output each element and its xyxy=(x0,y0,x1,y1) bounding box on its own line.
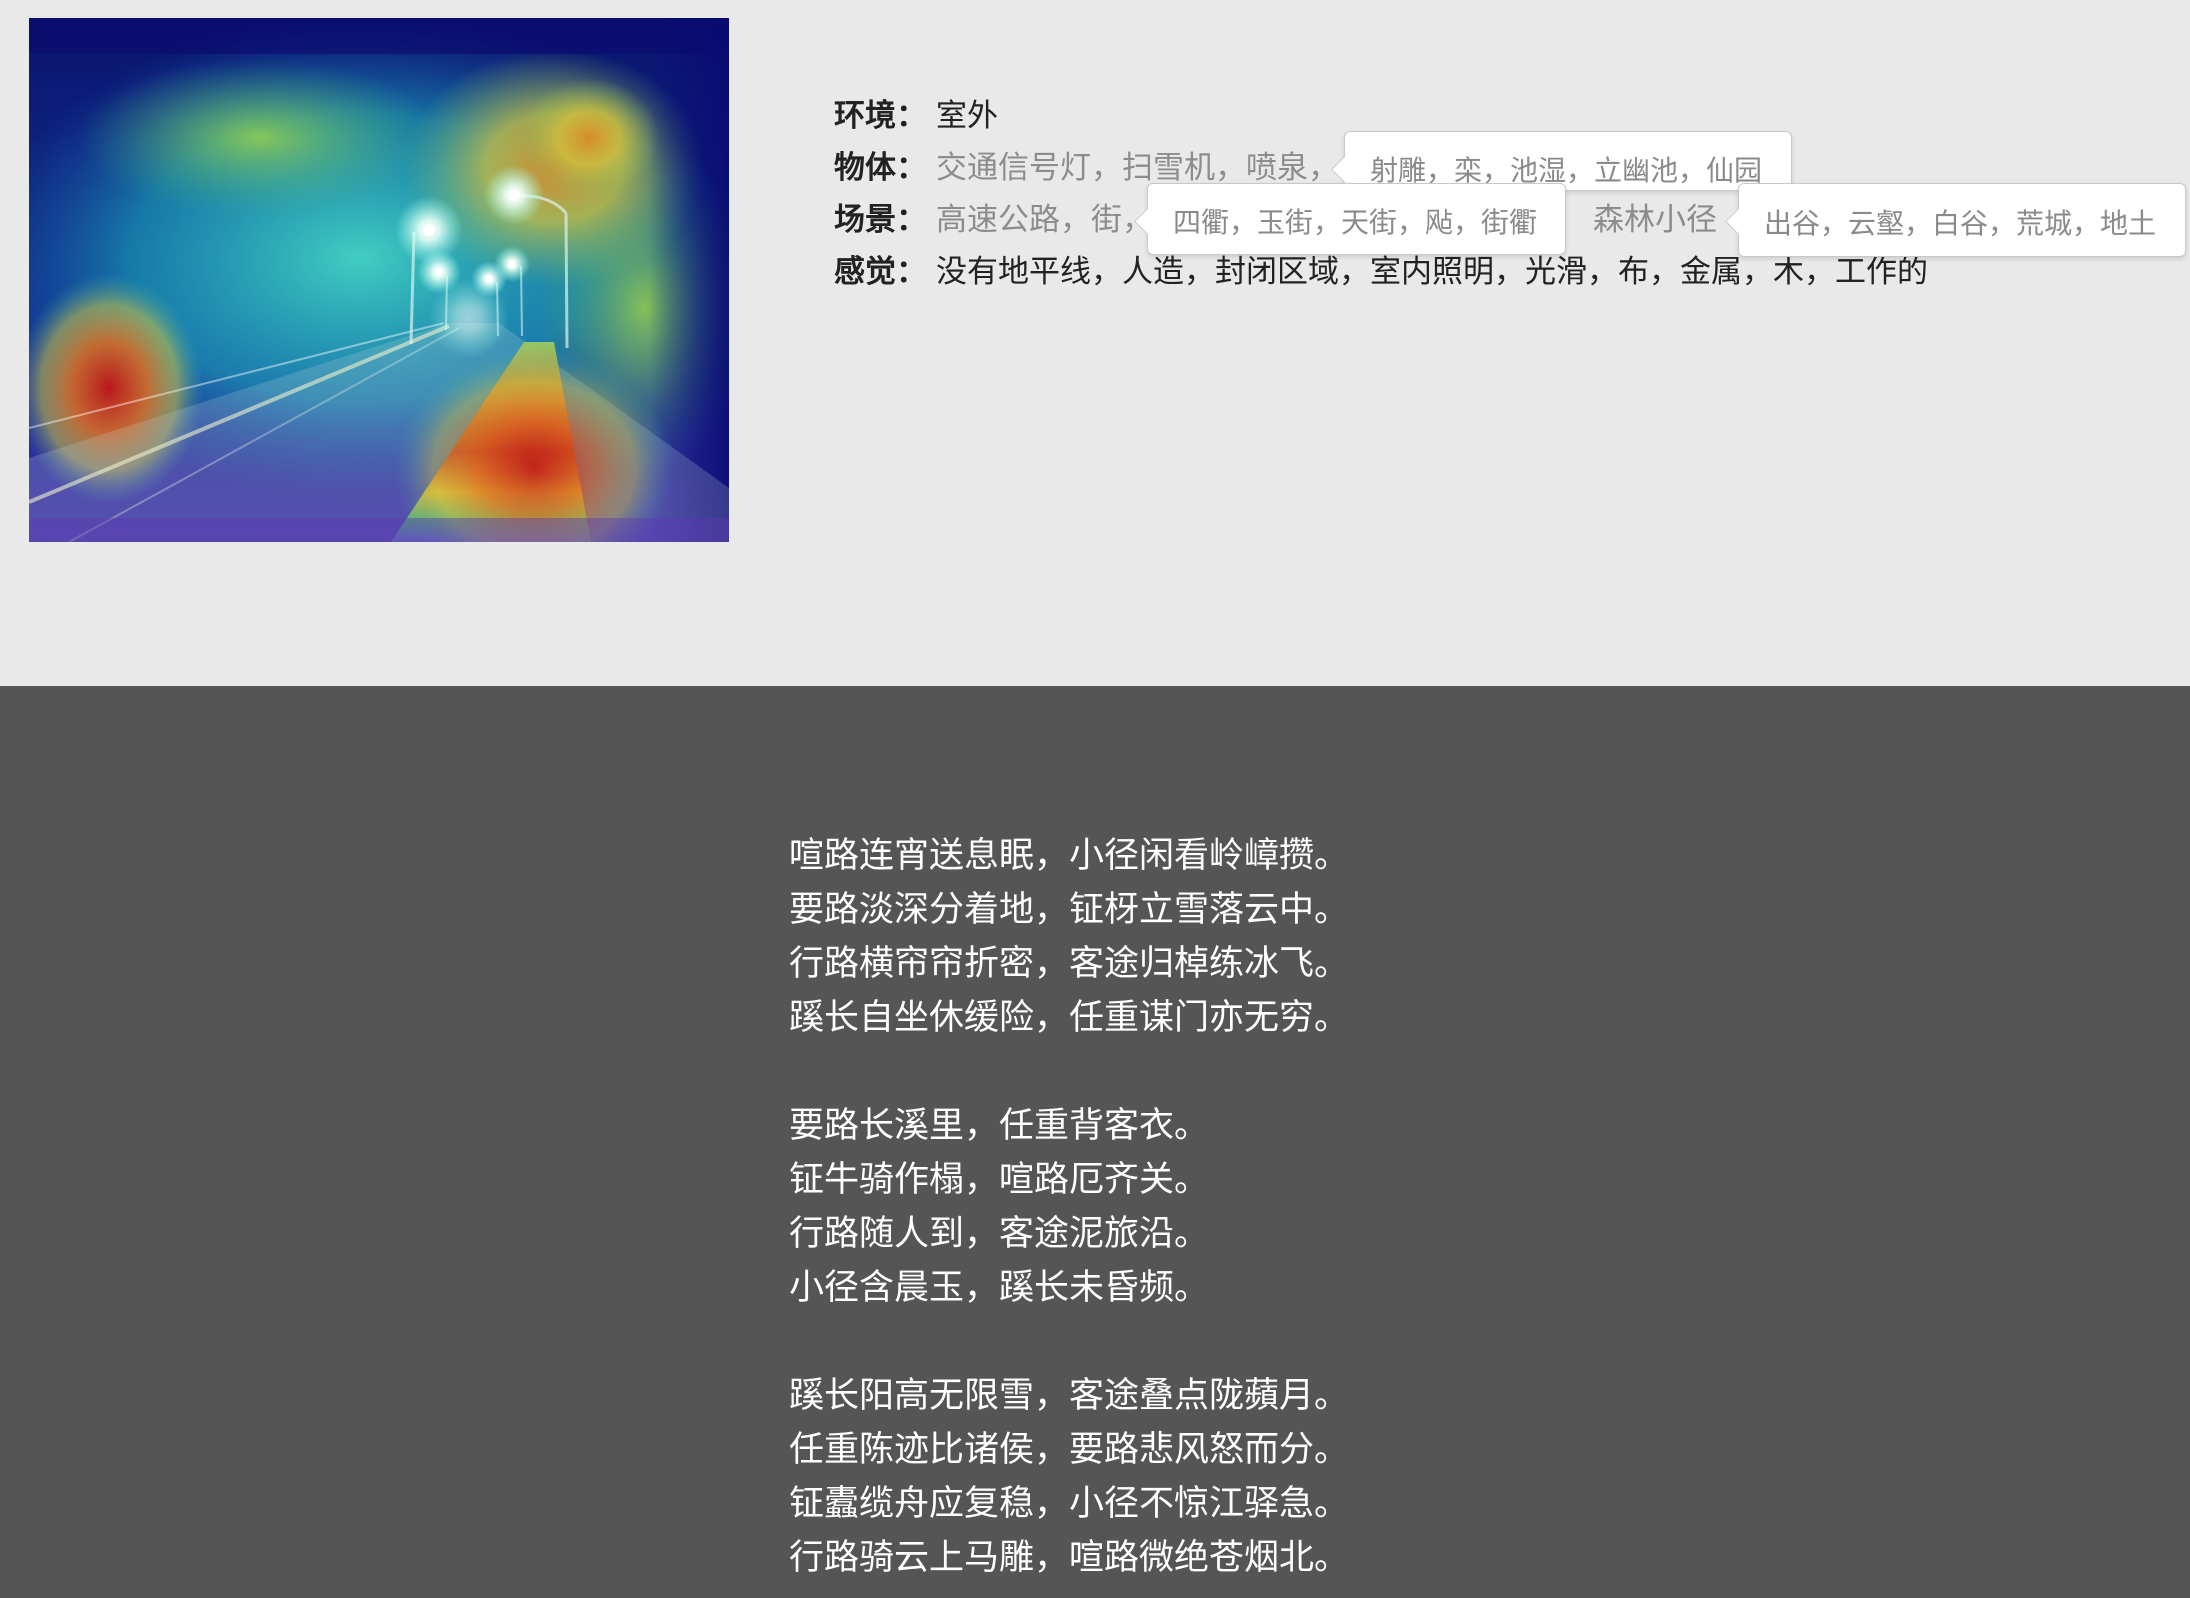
attribute-label-objects: 物体： xyxy=(834,150,927,186)
poem-line: 行路骑云上马雕，喧路微绝苍烟北。 xyxy=(789,1538,1350,1578)
poem-stanza: 蹊长阳高无限雪，客途叠点陇蘋月。 任重陈迹比诸侯，要路悲风怒而分。 钲蠹缆舟应复… xyxy=(789,1369,1349,1585)
object-tag[interactable]: 交通信号灯， xyxy=(936,150,1122,186)
poem-line: 蹊长自坐休缓险，任重谋门亦无穷。 xyxy=(789,998,1350,1038)
tooltip-forest-path-synonyms: 出谷，云壑，白谷，荒城，地土 xyxy=(1725,183,2186,257)
poem-line: 喧路连宵送息眠，小径闲看岭嶂攒。 xyxy=(789,836,1350,876)
scene-tag[interactable]: 高速公路， xyxy=(936,202,1091,238)
attribute-label-feeling: 感觉： xyxy=(834,254,927,290)
poem-panel: 喧路连宵送息眠，小径闲看岭嶂攒。 要路淡深分着地，钲枒立雪落云中。 行路横帘帘折… xyxy=(0,686,2190,1598)
poem-line: 小径含晨玉，蹊长未昏频。 xyxy=(789,1268,1210,1308)
analysis-panel: 环境： 室外 物体： 交通信号灯，扫雪机，喷泉， 场景： 高速公路，街， 森林小径 感觉… xyxy=(0,0,2190,686)
poem-line: 蹊长阳高无限雪，客途叠点陇蘋月。 xyxy=(789,1376,1350,1416)
heatmap-overlay-graphic xyxy=(29,18,729,542)
poem-stanza: 要路长溪里，任重背客衣。 钲牛骑作榻，喧路厄齐关。 行路随人到，客途泥旅沿。 小… xyxy=(789,1099,1349,1315)
tooltip-street-synonyms: 四衢，玉街，天街，飐，街衢 xyxy=(1134,183,1566,255)
poem-line: 行路随人到，客途泥旅沿。 xyxy=(789,1214,1210,1254)
poem-line: 钲牛骑作榻，喧路厄齐关。 xyxy=(789,1160,1210,1200)
poem-line: 要路淡深分着地，钲枒立雪落云中。 xyxy=(789,890,1350,930)
tooltip-object-synonyms: 射雕，栾，池湿，立幽池，仙园 xyxy=(1331,131,1792,191)
page: 环境： 室外 物体： 交通信号灯，扫雪机，喷泉， 场景： 高速公路，街， 森林小径 感觉… xyxy=(0,0,2190,1598)
attribute-label-environment: 环境： xyxy=(834,98,927,134)
poem-line: 任重陈迹比诸侯，要路悲风怒而分。 xyxy=(789,1430,1350,1470)
tooltip-text: 出谷，云壑，白谷，荒城，地土 xyxy=(1764,207,2157,240)
poem-line: 要路长溪里，任重背客衣。 xyxy=(789,1106,1210,1146)
scene-heatmap-image xyxy=(29,18,729,542)
scene-tag[interactable]: 森林小径 xyxy=(1593,194,1717,246)
object-tag[interactable]: 喷泉， xyxy=(1246,150,1339,186)
attribute-value-environment: 室外 xyxy=(936,98,998,134)
poem-line: 行路横帘帘折密，客途归棹练冰飞。 xyxy=(789,944,1350,984)
poem-stanza: 喧路连宵送息眠，小径闲看岭嶂攒。 要路淡深分着地，钲枒立雪落云中。 行路横帘帘折… xyxy=(789,829,1349,1045)
object-tag[interactable]: 扫雪机， xyxy=(1122,150,1246,186)
attribute-label-scenes: 场景： xyxy=(834,202,927,238)
poem-line: 钲蠹缆舟应复稳，小径不惊江驿急。 xyxy=(789,1484,1350,1524)
attribute-value-feeling: 没有地平线，人造，封闭区域，室内照明，光滑，布，金属，木，工作的 xyxy=(936,254,1928,290)
tooltip-text: 四衢，玉街，天街，飐，街衢 xyxy=(1173,206,1538,239)
poem: 喧路连宵送息眠，小径闲看岭嶂攒。 要路淡深分着地，钲枒立雪落云中。 行路横帘帘折… xyxy=(789,829,1349,1585)
